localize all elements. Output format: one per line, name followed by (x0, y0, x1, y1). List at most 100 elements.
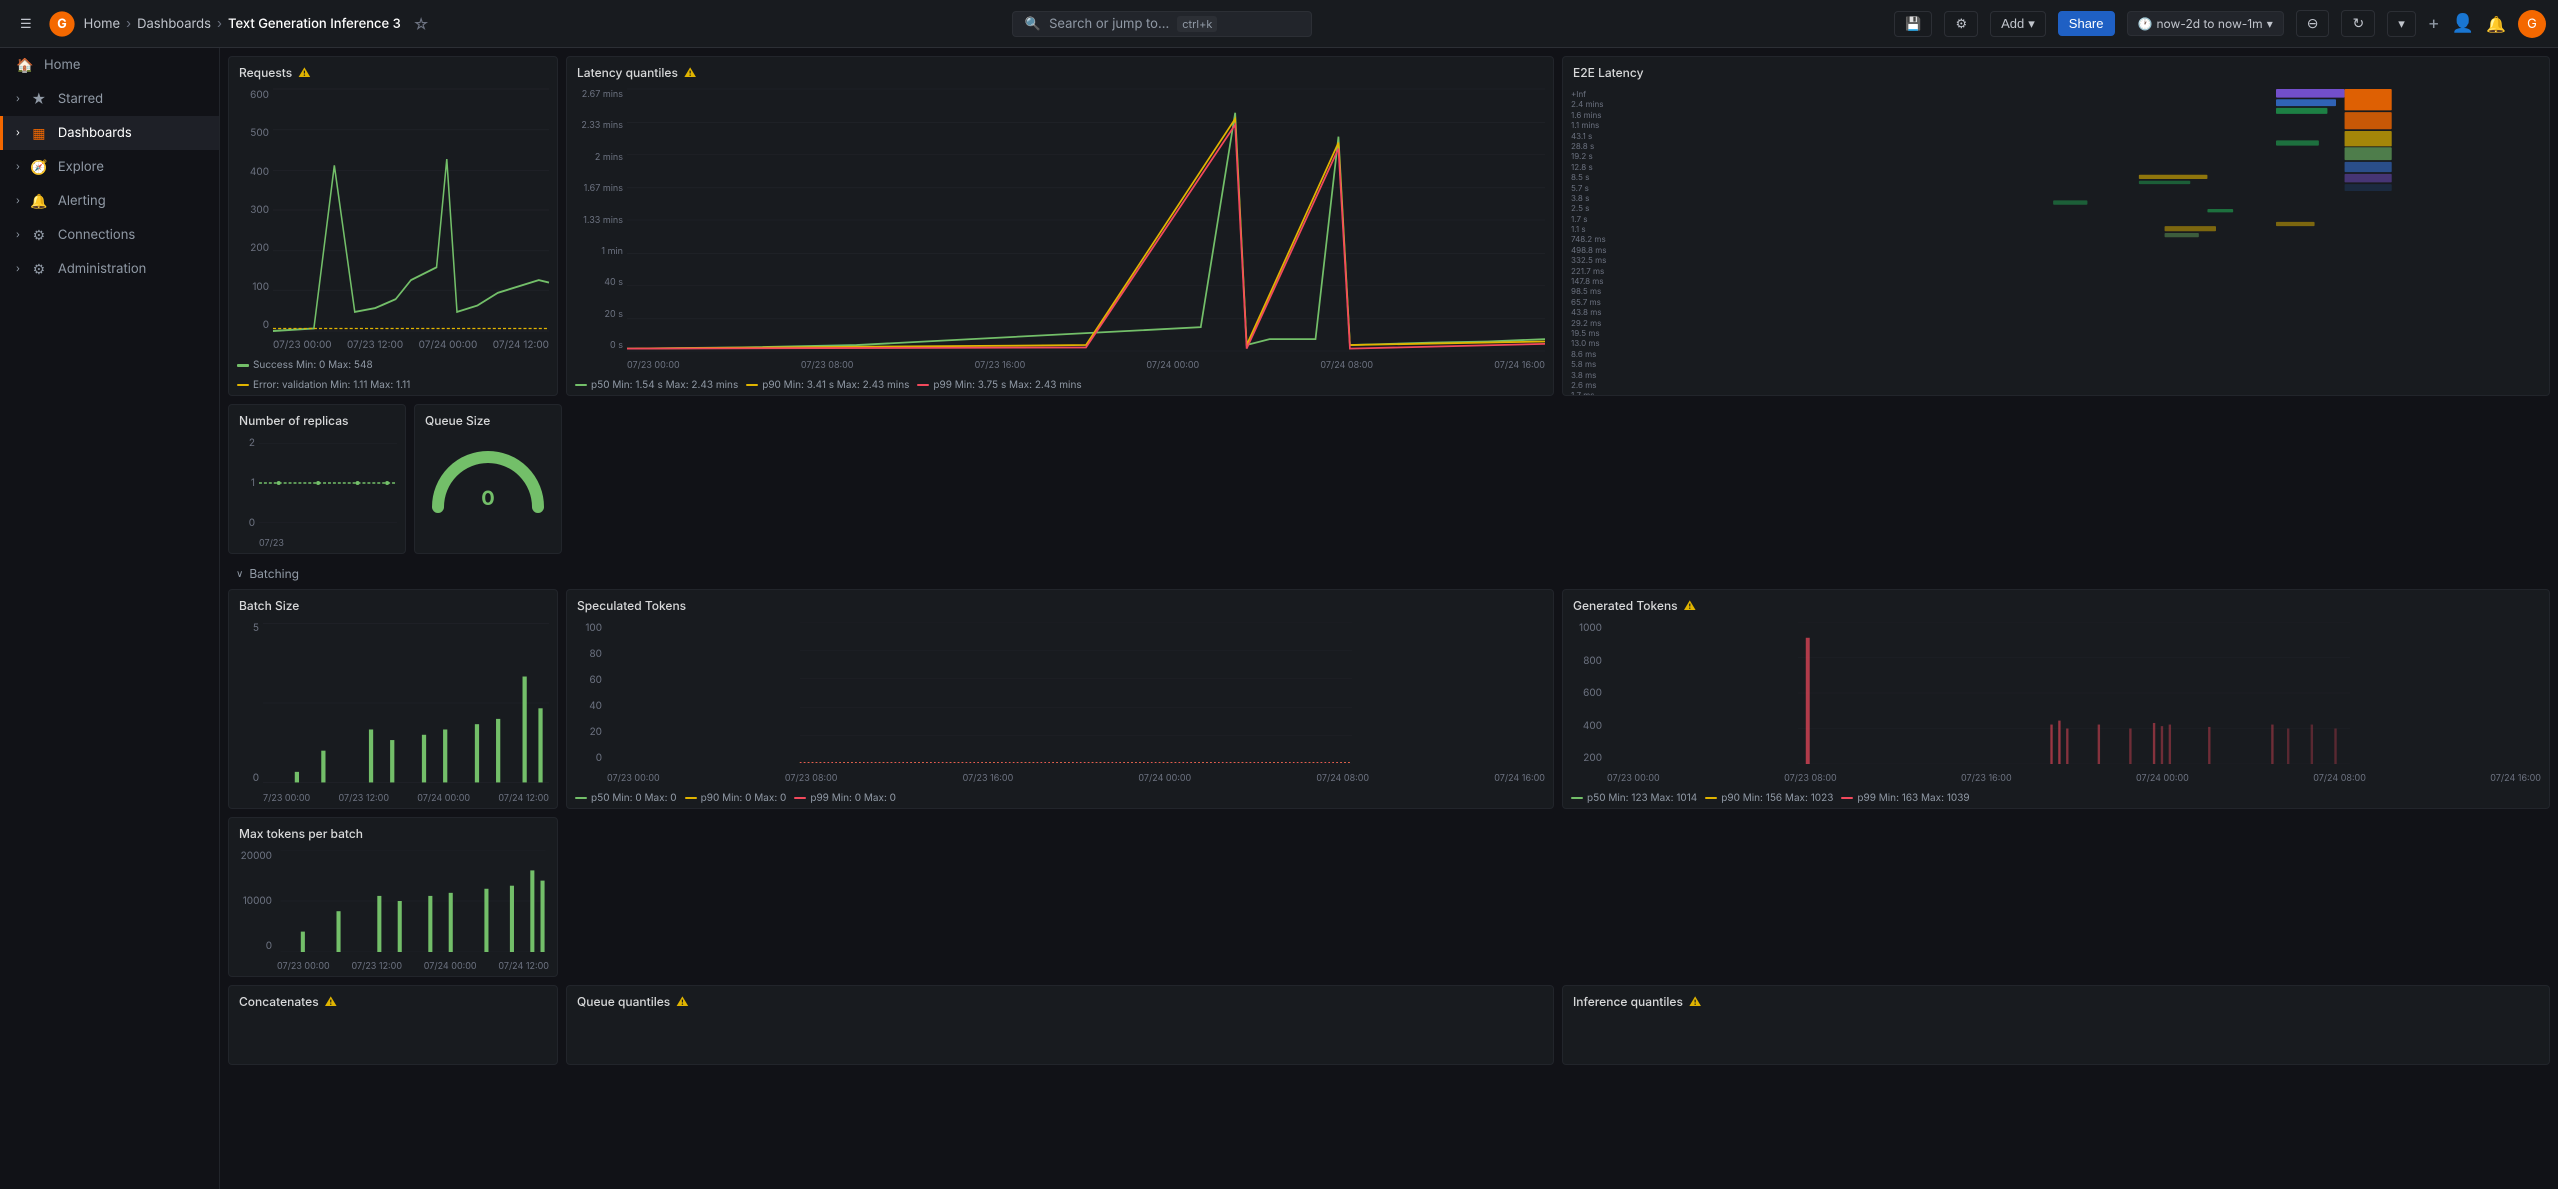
panel-batch-header: Batch Size (229, 590, 557, 618)
batch-svg (263, 622, 549, 784)
gen-p50-color (1571, 797, 1583, 799)
topbar-left: ☰ G Home › Dashboards › Text Generation … (12, 10, 430, 38)
max-tokens-y-axis: 20000 10000 0 (237, 850, 275, 952)
refresh-button[interactable]: ↻ (2341, 10, 2375, 37)
topbar-center: 🔍 Search or jump to... ctrl+k (1012, 11, 1312, 37)
panel-queue-quantiles: Queue quantiles ⚠ (566, 985, 1554, 1065)
legend-p90-color (746, 384, 758, 386)
batch-chart-inner (263, 622, 549, 784)
sidebar-section-connections[interactable]: › ⚙ Connections (0, 218, 219, 252)
sidebar-item-home[interactable]: 🏠 Home (0, 48, 219, 82)
batch-chart-area: 5 0 (237, 622, 549, 804)
menu-button[interactable]: ☰ (12, 12, 40, 36)
panel-concatenates: Concatenates ⚠ (228, 985, 558, 1065)
expand-dashboards-icon: › (16, 127, 20, 139)
time-range-label: now-2d to now-1m (2156, 16, 2262, 31)
panel-speculated-title: Speculated Tokens (577, 598, 686, 613)
section-batching[interactable]: ∨ Batching (228, 562, 2550, 585)
panel-latency-body: 2.67 mins 2.33 mins 2 mins 1.67 mins 1.3… (567, 85, 1553, 375)
clock-icon: 🕐 (2138, 16, 2153, 31)
sidebar-section-administration[interactable]: › ⚙ Administration (0, 252, 219, 286)
breadcrumb-dashboards[interactable]: Dashboards (137, 16, 211, 32)
sidebar-alerting-label: Alerting (58, 193, 106, 209)
generated-x-axis: 07/23 00:00 07/23 08:00 07/23 16:00 07/2… (1607, 773, 2541, 784)
sidebar-item-dashboards[interactable]: › ▦ Dashboards (0, 116, 219, 150)
panel-requests: Requests ⚠ 600 500 400 300 200 100 0 (228, 56, 558, 396)
share-button[interactable]: Share (2058, 11, 2115, 36)
panel-queue-quantiles-title: Queue quantiles ⚠ (577, 994, 689, 1009)
search-shortcut: ctrl+k (1177, 16, 1217, 32)
profile-icon[interactable]: 👤 (2452, 13, 2474, 34)
breadcrumb-sep-2: › (217, 16, 222, 32)
settings-button[interactable]: ⚙ (1944, 11, 1978, 37)
time-range-chevron: ▾ (2267, 16, 2273, 31)
latency-chart-area: 2.67 mins 2.33 mins 2 mins 1.67 mins 1.3… (575, 89, 1545, 371)
dashboard-content: Requests ⚠ 600 500 400 300 200 100 0 (220, 48, 2558, 1081)
sidebar-section-explore[interactable]: › 🧭 Explore (0, 150, 219, 184)
generated-svg (1607, 622, 2541, 764)
panel-inference-quantiles-title: Inference quantiles ⚠ (1573, 994, 1701, 1009)
panel-concatenates-header: Concatenates ⚠ (229, 986, 557, 1014)
panel-e2e-latency: E2E Latency +Inf 2.4 mins 1.6 mins 1.1 m… (1562, 56, 2550, 396)
panel-queue-quantiles-header: Queue quantiles ⚠ (567, 986, 1553, 1014)
sidebar-explore-label: Explore (58, 159, 104, 175)
zoom-out-button[interactable]: ⊖ (2296, 10, 2330, 37)
legend-success-color (237, 364, 249, 367)
batching-chevron-icon: ∨ (236, 568, 243, 580)
add-button[interactable]: Add ▾ (1990, 11, 2046, 37)
connections-icon: ⚙ (30, 226, 48, 244)
breadcrumb-home[interactable]: Home (84, 16, 120, 32)
star-icon[interactable]: ☆ (413, 14, 430, 34)
add-label: Add (2001, 16, 2024, 31)
menu-icon: ☰ (20, 16, 32, 32)
latency-legend-p99: p99 Min: 3.75 s Max: 2.43 mins (917, 379, 1081, 391)
generated-legend-p90: p90 Min: 156 Max: 1023 (1705, 792, 1833, 804)
dashboards-icon: ▦ (30, 124, 48, 142)
save-button[interactable]: 💾 (1894, 11, 1932, 37)
requests-chart-inner (273, 89, 549, 331)
search-bar[interactable]: 🔍 Search or jump to... ctrl+k (1012, 11, 1312, 37)
bell-icon[interactable]: 🔔 (2486, 14, 2506, 34)
speculated-legend-p90: p90 Min: 0 Max: 0 (685, 792, 787, 804)
latency-y-axis: 2.67 mins 2.33 mins 2 mins 1.67 mins 1.3… (575, 89, 627, 351)
breadcrumb: Home › Dashboards › Text Generation Infe… (84, 14, 430, 34)
panel-e2e-title: E2E Latency (1573, 65, 1644, 80)
breadcrumb-current: Text Generation Inference 3 (228, 16, 401, 32)
requests-legend-success: Success Min: 0 Max: 548 (237, 359, 373, 371)
refresh-dropdown-button[interactable]: ▾ (2387, 11, 2416, 37)
breadcrumb-sep-1: › (126, 16, 131, 32)
gauge-svg: 0 (423, 437, 553, 517)
max-tokens-x-axis: 07/23 00:00 07/23 12:00 07/24 00:00 07/2… (277, 961, 549, 972)
speculated-p90-color (685, 797, 697, 799)
row-5: Concatenates ⚠ Queue quantiles ⚠ Inferen… (228, 985, 2550, 1065)
row-1: Requests ⚠ 600 500 400 300 200 100 0 (228, 56, 2550, 396)
panel-e2e-header: E2E Latency (1563, 57, 2549, 85)
sidebar-dashboards-label: Dashboards (58, 125, 132, 141)
search-icon: 🔍 (1025, 16, 1041, 32)
panel-latency: Latency quantiles ⚠ 2.67 mins 2.33 mins … (566, 56, 1554, 396)
replicas-x-axis: 07/23 (259, 538, 397, 549)
queue-quantiles-alert-icon: ⚠ (676, 994, 688, 1009)
panel-max-tokens-title: Max tokens per batch (239, 826, 363, 841)
generated-chart-inner (1607, 622, 2541, 764)
sidebar: 🏠 Home › ★ Starred › ▦ Dashboards › 🧭 Ex… (0, 48, 220, 1189)
panel-inference-quantiles-header: Inference quantiles ⚠ (1563, 986, 2549, 1014)
sidebar-section-starred[interactable]: › ★ Starred (0, 82, 219, 116)
add-chevron-icon: ▾ (2028, 16, 2035, 32)
batch-y-axis: 5 0 (237, 622, 261, 784)
panel-batch-body: 5 0 (229, 618, 557, 808)
requests-svg (273, 89, 549, 331)
panel-speculated-header: Speculated Tokens (567, 590, 1553, 618)
latency-chart-inner (627, 89, 1545, 351)
sidebar-section-alerting[interactable]: › 🔔 Alerting (0, 184, 219, 218)
time-range-picker[interactable]: 🕐 now-2d to now-1m ▾ (2127, 11, 2284, 36)
speculated-chart-area: 100 80 60 40 20 0 (575, 622, 1545, 784)
panel-queue-header: Queue Size (415, 405, 561, 433)
topbar: ☰ G Home › Dashboards › Text Generation … (0, 0, 2558, 48)
search-placeholder: Search or jump to... (1049, 16, 1169, 32)
latency-alert-icon: ⚠ (684, 65, 696, 80)
avatar[interactable]: G (2518, 10, 2546, 38)
gen-p99-color (1841, 797, 1853, 799)
panel-replicas-header: Number of replicas (229, 405, 405, 433)
generated-y-axis: 1000 800 600 400 200 (1571, 622, 1605, 764)
